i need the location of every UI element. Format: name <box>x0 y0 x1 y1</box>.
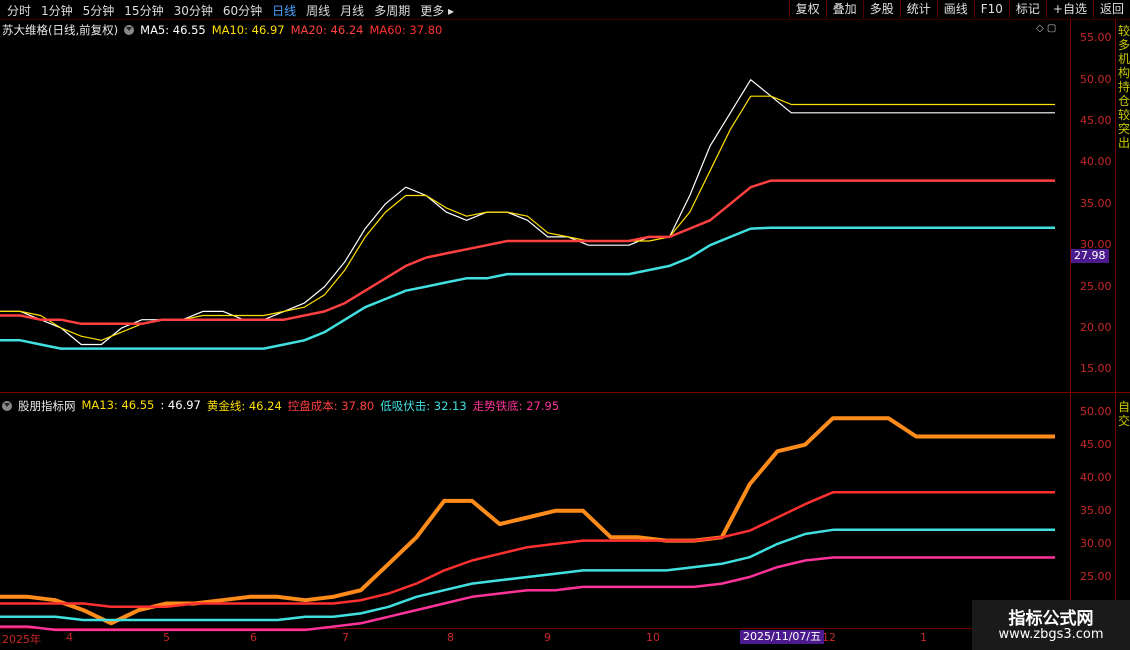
series-line-1 <box>0 95 1055 341</box>
series-line-3 <box>0 226 1055 350</box>
watermark: 指标公式网 www.zbgs3.com <box>972 600 1130 650</box>
series-line-0 <box>0 79 1055 346</box>
chart-canvas <box>0 79 1055 632</box>
watermark-title: 指标公式网 <box>1008 609 1094 629</box>
watermark-url: www.zbgs3.com <box>998 627 1104 642</box>
series-line-2 <box>0 179 1055 326</box>
series-line-0 <box>0 416 1055 626</box>
